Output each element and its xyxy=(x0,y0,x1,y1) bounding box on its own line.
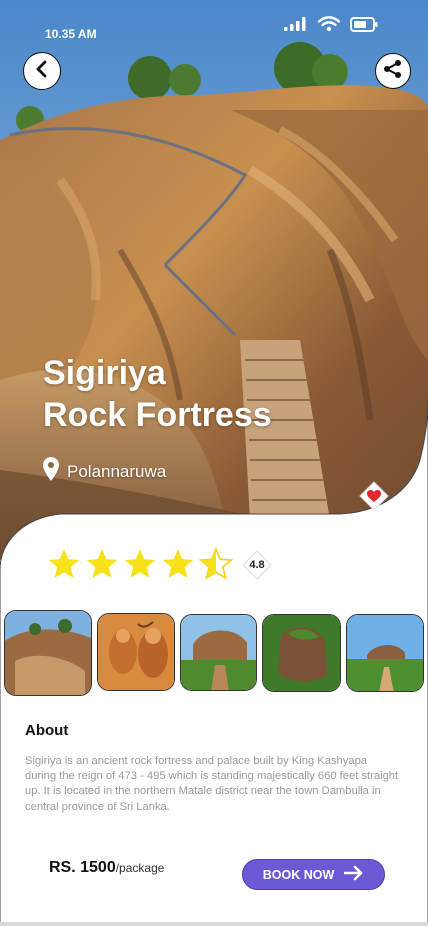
about-heading: About xyxy=(25,722,69,739)
bottom-edge xyxy=(0,922,428,926)
price-unit: /package xyxy=(115,861,165,875)
place-detail-screen: 10.35 AM Sigiriya Rock Fortress Polannar… xyxy=(0,0,428,926)
star-rating xyxy=(47,546,234,586)
cellular-signal-icon xyxy=(284,17,308,36)
heart-icon xyxy=(358,480,390,517)
favorite-button[interactable] xyxy=(358,480,390,517)
back-button[interactable] xyxy=(23,52,61,90)
gallery-thumb-1[interactable] xyxy=(4,610,92,696)
price-amount: RS. 1500 xyxy=(49,859,116,876)
rating-value: 4.8 xyxy=(249,559,265,571)
gallery-thumb-3[interactable] xyxy=(180,614,257,691)
star-icon xyxy=(47,547,81,586)
star-icon xyxy=(123,547,157,586)
status-time: 10.35 AM xyxy=(45,27,97,41)
star-half-icon xyxy=(198,546,234,586)
book-now-button[interactable]: BOOK NOW xyxy=(242,859,385,890)
photo-gallery xyxy=(4,610,428,696)
status-bar: 10.35 AM xyxy=(0,0,428,52)
star-icon xyxy=(161,547,195,586)
rating-badge: 4.8 xyxy=(241,550,273,580)
star-icon xyxy=(85,547,119,586)
gallery-thumb-5[interactable] xyxy=(346,614,424,692)
location-label: Polannaruwa xyxy=(67,461,167,481)
place-title: Sigiriya Rock Fortress xyxy=(43,352,272,436)
share-button[interactable] xyxy=(375,53,411,89)
status-icons xyxy=(284,16,378,37)
wifi-icon xyxy=(317,16,341,37)
battery-icon xyxy=(350,16,378,37)
gallery-thumb-4[interactable] xyxy=(262,614,341,692)
gallery-thumb-2[interactable] xyxy=(97,613,175,691)
price: RS. 1500/package xyxy=(49,859,164,877)
place-title-line2: Rock Fortress xyxy=(43,396,272,434)
location-pin-icon xyxy=(43,457,59,486)
book-now-label: BOOK NOW xyxy=(262,867,335,882)
arrow-right-icon xyxy=(343,865,364,884)
arrow-left-icon xyxy=(32,59,52,84)
about-description: Sigiriya is an ancient rock fortress and… xyxy=(25,755,399,813)
place-title-line1: Sigiriya xyxy=(43,354,166,392)
share-icon xyxy=(383,59,403,84)
place-location: Polannaruwa xyxy=(43,457,166,486)
